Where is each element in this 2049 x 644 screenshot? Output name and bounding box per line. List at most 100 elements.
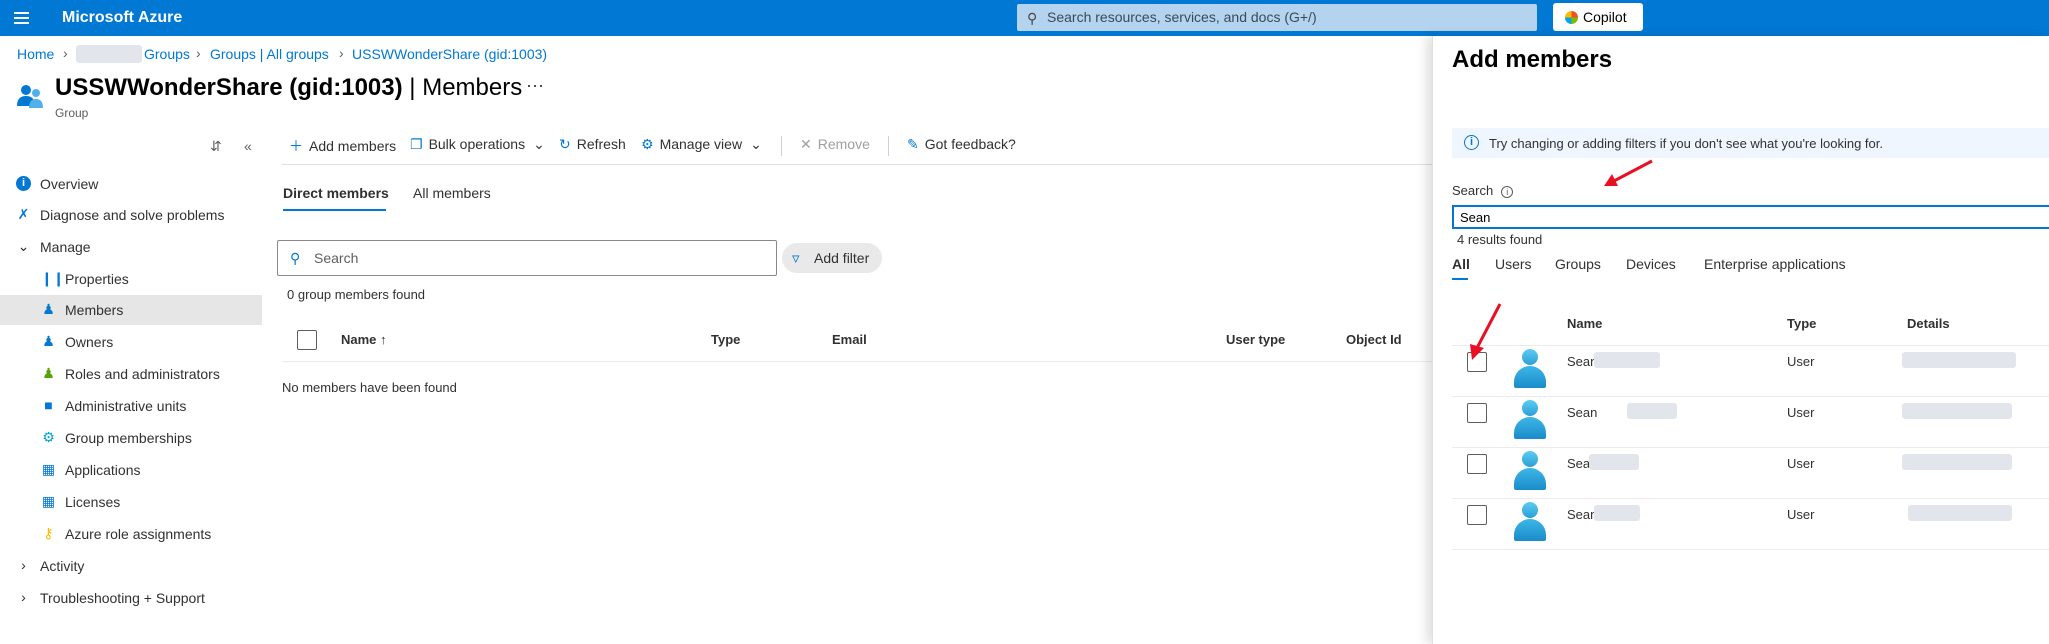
members-search-input[interactable]: ⚲ Search xyxy=(277,240,777,276)
sidebar-item-overview[interactable]: i Overview xyxy=(0,169,262,199)
panel-column-type[interactable]: Type xyxy=(1787,316,1816,331)
sidebar-item-label: Overview xyxy=(40,176,99,192)
breadcrumb-home[interactable]: Home xyxy=(17,46,54,62)
info-icon: i xyxy=(16,176,31,191)
hamburger-menu-icon[interactable] xyxy=(14,9,29,26)
sidebar-item-applications[interactable]: ▦ Applications xyxy=(0,455,262,485)
sidebar-item-label: Azure role assignments xyxy=(65,526,212,542)
chevron-down-icon: ⌄ xyxy=(17,238,30,254)
breadcrumb-current[interactable]: USSWWonderShare (gid:1003) xyxy=(352,46,547,62)
manage-view-button[interactable]: ⚙ Manage view ⌄ xyxy=(641,136,762,153)
add-filter-label: Add filter xyxy=(814,250,870,266)
user-name[interactable]: Sean xyxy=(1567,507,1597,522)
bulk-operations-button[interactable]: ❐ Bulk operations ⌄ xyxy=(410,136,545,153)
sidebar-item-label: Licenses xyxy=(65,494,121,510)
select-all-checkbox[interactable] xyxy=(297,330,317,350)
user-name[interactable]: Sean xyxy=(1567,354,1597,369)
brand-title[interactable]: Microsoft Azure xyxy=(62,9,182,27)
sidebar-item-label: Manage xyxy=(40,239,91,255)
panel-tab-all[interactable]: All xyxy=(1452,256,1470,272)
panel-column-name[interactable]: Name xyxy=(1567,316,1602,331)
redacted-name xyxy=(1627,403,1677,419)
add-members-button[interactable]: ＋ Add members xyxy=(289,136,396,156)
panel-tab-enterprise-apps[interactable]: Enterprise applications xyxy=(1704,256,1846,272)
user-type: User xyxy=(1787,507,1815,522)
sidebar-item-licenses[interactable]: ▦ Licenses xyxy=(0,487,262,517)
column-header-object-id[interactable]: Object Id xyxy=(1346,332,1402,347)
column-header-type[interactable]: Type xyxy=(711,332,740,347)
info-icon[interactable]: i xyxy=(1501,186,1514,198)
sidebar-item-label: Members xyxy=(65,302,124,318)
sidebar-item-label: Activity xyxy=(40,558,85,574)
user-type: User xyxy=(1787,456,1815,471)
redacted-details xyxy=(1908,505,2012,521)
copilot-button[interactable]: Copilot xyxy=(1553,3,1643,31)
column-header-email[interactable]: Email xyxy=(832,332,867,347)
members-icon: ♟ xyxy=(42,301,55,317)
tab-all-members[interactable]: All members xyxy=(413,185,491,201)
user-name[interactable]: Sea xyxy=(1567,456,1590,471)
admin-units-icon: ■ xyxy=(44,397,53,413)
breadcrumb-all-groups[interactable]: Groups | All groups xyxy=(210,46,329,62)
remove-button[interactable]: ✕ Remove xyxy=(800,136,870,153)
sort-toggle-icon[interactable]: ⇵ xyxy=(210,138,222,155)
user-type: User xyxy=(1787,405,1815,420)
sidebar-item-manage[interactable]: ⌄ Manage xyxy=(0,232,262,262)
key-icon: ⚷ xyxy=(43,525,54,541)
close-icon: ✕ xyxy=(800,136,812,152)
user-name[interactable]: Sean xyxy=(1567,405,1597,420)
row-checkbox[interactable] xyxy=(1467,403,1487,423)
members-count: 0 group members found xyxy=(287,287,426,302)
empty-state-message: No members have been found xyxy=(282,380,457,395)
column-header-name[interactable]: Name ↑ xyxy=(341,332,387,347)
redacted-details xyxy=(1902,454,2012,470)
row-checkbox[interactable] xyxy=(1467,505,1487,525)
refresh-icon: ↻ xyxy=(559,136,571,152)
annotation-arrow-search xyxy=(1604,159,1653,186)
global-search-placeholder: Search resources, services, and docs (G+… xyxy=(1047,9,1317,25)
manage-view-label: Manage view xyxy=(659,136,743,152)
refresh-button[interactable]: ↻ Refresh xyxy=(559,136,626,153)
breadcrumb-groups[interactable]: Groups xyxy=(144,46,190,62)
redacted-name xyxy=(1594,505,1640,521)
sidebar-item-label: Group memberships xyxy=(65,430,192,446)
panel-title: Add members xyxy=(1452,46,1613,73)
sidebar-item-members[interactable]: ♟ Members xyxy=(0,295,262,325)
sidebar-item-group-memberships[interactable]: ⚙ Group memberships xyxy=(0,423,262,453)
sidebar-item-activity[interactable]: › Activity xyxy=(0,551,262,581)
refresh-label: Refresh xyxy=(576,136,626,152)
info-banner-text: Try changing or adding filters if you do… xyxy=(1489,136,1883,151)
sidebar-item-diagnose[interactable]: ✗ Diagnose and solve problems xyxy=(0,200,262,230)
user-avatar-icon xyxy=(1513,400,1547,440)
add-filter-button[interactable]: ▿ Add filter xyxy=(782,243,882,273)
page-title-section: Members xyxy=(422,74,523,101)
panel-tab-devices[interactable]: Devices xyxy=(1626,256,1676,272)
feedback-button[interactable]: ✎ Got feedback? xyxy=(907,136,1016,153)
global-search-input[interactable]: ⚲ Search resources, services, and docs (… xyxy=(1017,4,1537,31)
panel-tab-users[interactable]: Users xyxy=(1495,256,1532,272)
row-checkbox[interactable] xyxy=(1467,454,1487,474)
column-header-user-type[interactable]: User type xyxy=(1226,332,1285,347)
chevron-right-icon: › xyxy=(21,589,26,605)
sidebar-item-azure-roles[interactable]: ⚷ Azure role assignments xyxy=(0,519,262,549)
sidebar-item-label: Diagnose and solve problems xyxy=(40,207,225,223)
breadcrumb-separator: › xyxy=(196,45,201,61)
panel-tab-groups[interactable]: Groups xyxy=(1555,256,1601,272)
sidebar-item-roles[interactable]: ♟ Roles and administrators xyxy=(0,359,262,389)
panel-column-details[interactable]: Details xyxy=(1907,316,1950,331)
active-tab-indicator xyxy=(1452,278,1468,280)
sidebar-item-label: Administrative units xyxy=(65,398,187,414)
sidebar-item-properties[interactable]: ❙❙ Properties xyxy=(0,264,262,294)
bulk-operations-label: Bulk operations xyxy=(428,136,526,152)
sidebar-item-label: Troubleshooting + Support xyxy=(40,590,205,606)
grid-icon: ▦ xyxy=(41,461,56,477)
tab-direct-members[interactable]: Direct members xyxy=(283,185,389,201)
collapse-sidebar-icon[interactable]: « xyxy=(244,138,252,154)
panel-search-input[interactable]: Sean xyxy=(1452,205,2049,229)
filter-icon: ▿ xyxy=(792,250,800,267)
sidebar-item-admin-units[interactable]: ■ Administrative units xyxy=(0,391,262,421)
sidebar-item-troubleshooting[interactable]: › Troubleshooting + Support xyxy=(0,583,262,613)
gear-icon: ⚙ xyxy=(641,136,654,152)
more-options-button[interactable]: ··· xyxy=(526,75,544,96)
sidebar-item-owners[interactable]: ♟ Owners xyxy=(0,327,262,357)
